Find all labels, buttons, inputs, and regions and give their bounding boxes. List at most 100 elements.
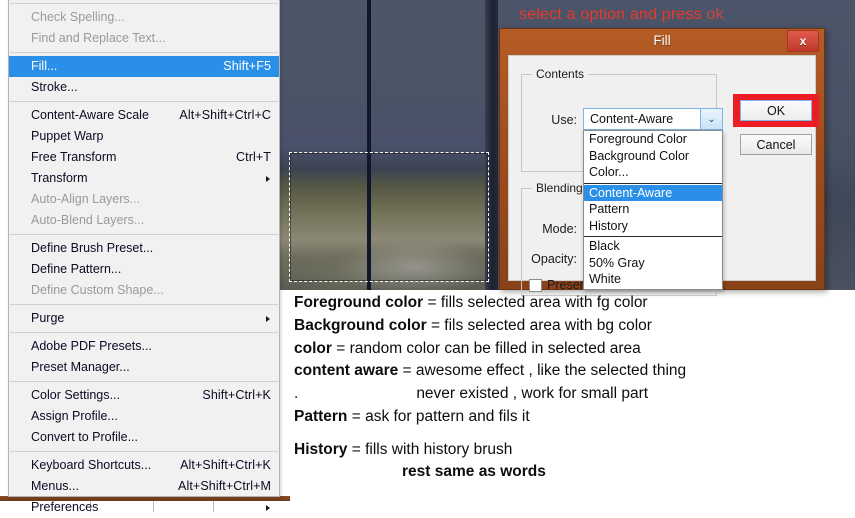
menu-item-shortcut: Shift+Ctrl+K [202,388,271,402]
mode-label: Mode: [542,222,577,236]
menu-item-label: Color Settings... [31,388,120,402]
menu-item-assign-profile[interactable]: Assign Profile... [9,406,279,427]
opacity-label: Opacity: [531,252,577,266]
edit-menu[interactable]: Check Spelling... Find and Replace Text..… [8,0,280,514]
menu-item-puppet-warp[interactable]: Puppet Warp [9,126,279,147]
preserve-transparency-checkbox[interactable] [529,278,542,292]
menu-separator [10,234,278,235]
fill-dialog[interactable]: Fill x Contents Blending Use: Mode: Opac… [499,28,825,296]
menu-item-label: Stroke... [31,80,78,94]
dropdown-option-black[interactable]: Black [584,238,722,255]
menu-separator [10,451,278,452]
contents-group-label: Contents [532,67,589,81]
menu-item-label: Define Brush Preset... [31,241,154,255]
menu-item-label: Fill... [31,59,58,73]
dropdown-option-50-gray[interactable]: 50% Gray [584,255,722,272]
submenu-arrow-icon [266,315,270,322]
dropdown-option-background-color[interactable]: Background Color [584,148,722,165]
menu-item-stroke[interactable]: Stroke... [9,77,279,98]
menu-item-keyboard-shortcuts[interactable]: Keyboard Shortcuts... Alt+Shift+Ctrl+K [9,455,279,476]
annotation-line: Foreground color = fills selected area w… [294,292,854,315]
annotation-desc: = ask for pattern and fils it [347,407,530,425]
menu-item-shortcut: Ctrl+T [236,150,271,164]
fill-dialog-titlebar[interactable]: Fill x [500,29,824,55]
close-icon[interactable]: x [787,30,819,52]
annotation-term: Pattern [294,407,348,425]
fill-dialog-body: Contents Blending Use: Mode: Opacity: Pr… [508,55,819,296]
menu-item-free-transform[interactable]: Free Transform Ctrl+T [9,147,279,168]
menu-item-label: Purge [31,311,65,325]
annotation-line: History = fills with history brush [294,439,854,462]
dropdown-separator [584,236,722,237]
menu-item-auto-blend-layers: Auto-Blend Layers... [9,210,279,231]
menu-separator [10,101,278,102]
menu-item-preset-manager[interactable]: Preset Manager... [9,357,279,378]
annotation-term: content aware [294,362,399,380]
menu-item-content-aware-scale[interactable]: Content-Aware Scale Alt+Shift+Ctrl+C [9,105,279,126]
menu-item-label: Preset Manager... [31,360,130,374]
menu-item-define-brush-preset[interactable]: Define Brush Preset... [9,238,279,259]
menu-item-preferences[interactable]: Preferences [9,497,279,518]
annotation-term: rest same as words [402,463,546,481]
menu-item-label: Adobe PDF Presets... [31,339,152,353]
annotation-desc: never existed , work for small part [416,385,649,403]
menu-item-label: Keyboard Shortcuts... [31,458,152,472]
annotation-line: Pattern = ask for pattern and fils it [294,406,854,429]
menu-item-menus[interactable]: Menus... Alt+Shift+Ctrl+M [9,476,279,497]
menu-item-define-pattern[interactable]: Define Pattern... [9,259,279,280]
menu-item-label: Define Custom Shape... [31,283,164,297]
menu-item-label: Assign Profile... [31,409,118,423]
menu-item-shortcut: Alt+Shift+Ctrl+C [179,108,271,122]
menu-item-auto-align-layers: Auto-Align Layers... [9,189,279,210]
menu-item-label: Auto-Blend Layers... [31,213,145,227]
menu-separator [10,52,278,53]
menu-item-color-settings[interactable]: Color Settings... Shift+Ctrl+K [9,385,279,406]
dropdown-option-content-aware[interactable]: Content-Aware [584,184,722,201]
menu-item-shortcut: Alt+Shift+Ctrl+K [180,458,271,472]
annotation-line: color = random color can be filled in se… [294,338,854,361]
dropdown-option-pattern[interactable]: Pattern [584,201,722,218]
dropdown-option-history[interactable]: History [584,218,722,235]
menu-item-label: Check Spelling... [31,10,125,24]
menu-item-define-custom-shape: Define Custom Shape... [9,280,279,301]
annotation-desc: = random color can be filled in selected… [331,339,641,357]
annotation-term: History [294,440,348,458]
menu-item-shortcut: Shift+F5 [223,59,271,73]
annotation-term: . [294,385,299,403]
annotation-term: Foreground color [294,294,424,311]
instruction-text: select a option and press ok [519,6,724,24]
selection-marquee[interactable] [289,152,489,282]
menu-item-transform[interactable]: Transform [9,168,279,189]
annotation-line: . never existed , work for small part [294,383,854,406]
menu-item-label: Convert to Profile... [31,430,138,444]
menu-item-fill[interactable]: Fill... Shift+F5 [9,56,279,77]
menu-separator [10,332,278,333]
use-combobox-value: Content-Aware [590,112,674,126]
menu-item-find-and-replace-text: Find and Replace Text... [9,28,279,49]
annotation-line: rest same as words [294,461,854,484]
use-dropdown-list[interactable]: Foreground Color Background Color Color...… [583,130,723,290]
menu-item-convert-to-profile[interactable]: Convert to Profile... [9,427,279,448]
dropdown-option-foreground-color[interactable]: Foreground Color [584,131,722,148]
annotation-line: content aware = awesome effect , like th… [294,360,854,383]
annotation-desc: = fills with history brush [347,440,513,458]
annotation-gap [294,429,854,439]
menu-item-purge[interactable]: Purge [9,308,279,329]
fill-dialog-title: Fill [653,33,671,48]
cancel-button[interactable]: Cancel [740,134,812,155]
ok-button[interactable]: OK [740,100,812,121]
menu-item-adobe-pdf-presets[interactable]: Adobe PDF Presets... [9,336,279,357]
menu-item-label: Transform [31,171,88,185]
use-combobox[interactable]: Content-Aware ⌄ [583,108,723,130]
annotation-desc: = awesome effect , like the selected thi… [398,362,687,380]
dropdown-option-white[interactable]: White [584,271,722,288]
dropdown-option-color[interactable]: Color... [584,164,722,181]
chevron-down-icon[interactable]: ⌄ [700,109,722,129]
menu-item-label: Puppet Warp [31,129,104,143]
menu-item-label: Define Pattern... [31,262,122,276]
instruction-emphasis: ok [706,6,724,23]
use-label: Use: [551,113,577,127]
annotation-desc: = fils selected area with bg color [426,316,652,334]
annotation-desc: = fills selected area with fg color [423,294,648,311]
dropdown-separator [584,182,722,184]
